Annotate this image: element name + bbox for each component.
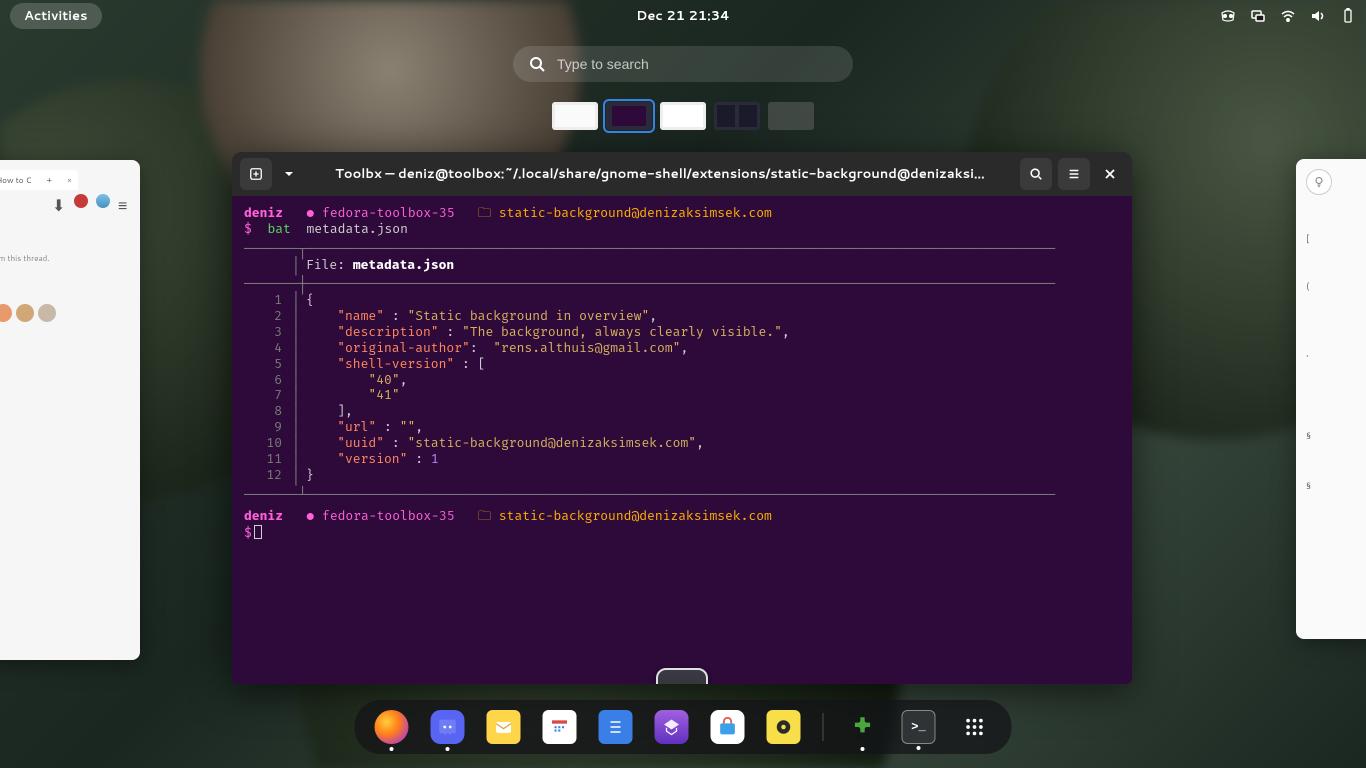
window-titlebar[interactable]: Toolbx — deniz@toolbox:~/.local/share/gn… (232, 152, 1132, 196)
dock-software[interactable] (711, 710, 745, 744)
dock-extensions[interactable] (846, 710, 880, 744)
new-tab-button[interactable] (240, 158, 272, 190)
workspace-2[interactable] (606, 102, 652, 130)
bat-file-header: │ File: metadata.json (244, 258, 1120, 274)
terminal-content[interactable]: deniz ● fedora-toolbox-35 🗀 static-backg… (232, 196, 1132, 684)
prompt-cursor-line: $ (244, 525, 1120, 542)
lightbulb-icon (1306, 169, 1332, 195)
workspace-5[interactable] (768, 102, 814, 130)
background-window-browser[interactable]: How to C + × ⬇ ≡ ons from this thread. (0, 160, 140, 660)
workspace-switcher (552, 102, 814, 130)
workspace-4[interactable] (714, 102, 760, 130)
bat-frame-mid: ───────┼────────────────────────────────… (244, 277, 1120, 293)
terminal-window[interactable]: Toolbx — deniz@toolbox:~/.local/share/gn… (232, 152, 1132, 684)
bat-frame-bottom: ───────┴────────────────────────────────… (244, 488, 1120, 504)
browser-tab: How to C + × (0, 170, 78, 190)
cursor (254, 525, 262, 539)
window-app-icon: >_ (656, 668, 708, 684)
clock[interactable]: Dec 21 21:34 (636, 7, 730, 25)
workspace-3[interactable] (660, 102, 706, 130)
window-title: Toolbx — deniz@toolbox:~/.local/share/gn… (306, 165, 1014, 183)
avatar-row (0, 304, 56, 322)
dock-app-grid[interactable] (958, 710, 992, 744)
background-window-right[interactable]: [ ( • § § (1296, 159, 1366, 639)
dock-mail[interactable] (487, 710, 521, 744)
dock-separator (823, 713, 824, 741)
dock-discord[interactable] (431, 710, 465, 744)
prompt-line: deniz ● fedora-toolbox-35 🗀 static-backg… (244, 206, 1120, 222)
dock-calendar[interactable] (543, 710, 577, 744)
menu-icon: ≡ (118, 194, 132, 208)
dock-firefox[interactable] (375, 710, 409, 744)
command-line: $ bat metadata.json (244, 222, 1120, 238)
dock-music[interactable] (767, 710, 801, 744)
prompt-line-2: deniz ● fedora-toolbox-35 🗀 static-backg… (244, 509, 1120, 525)
wifi-icon[interactable] (1280, 8, 1296, 24)
workspace-1[interactable] (552, 102, 598, 130)
search-icon (529, 56, 545, 72)
bat-frame-top: ───────┬────────────────────────────────… (244, 242, 1120, 258)
battery-icon[interactable] (1340, 8, 1356, 24)
top-panel: Activities Dec 21 21:34 (0, 0, 1366, 32)
dock-todo[interactable] (599, 710, 633, 744)
activities-button[interactable]: Activities (10, 3, 102, 29)
tab-dropdown-button[interactable] (278, 158, 300, 190)
close-button[interactable] (1096, 158, 1124, 190)
hamburger-menu-button[interactable] (1058, 158, 1090, 190)
page-text-fragment: ons from this thread. (0, 252, 50, 264)
dash: >_ (355, 700, 1012, 754)
system-tray[interactable] (1220, 8, 1356, 24)
screen-icon[interactable] (1250, 8, 1266, 24)
globe-icon (96, 194, 110, 208)
dock-terminal[interactable]: >_ (902, 710, 936, 744)
search-button[interactable] (1020, 158, 1052, 190)
download-icon: ⬇ (52, 194, 66, 208)
search-input[interactable] (557, 56, 837, 72)
volume-icon[interactable] (1310, 8, 1326, 24)
dock-podcasts[interactable] (655, 710, 689, 744)
shield-icon (74, 194, 88, 208)
discord-tray-icon[interactable] (1220, 8, 1236, 24)
overview-search[interactable] (513, 46, 853, 82)
